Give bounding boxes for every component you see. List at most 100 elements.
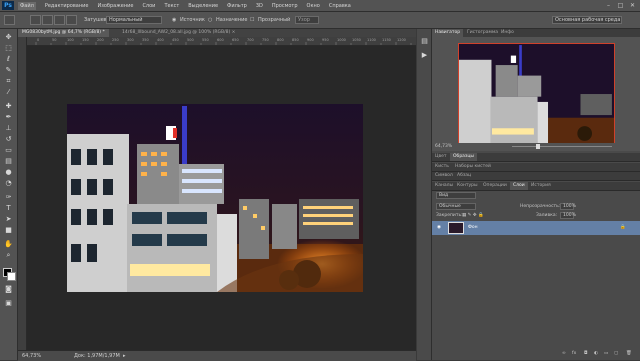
brush-tool-icon[interactable]: ✒ (3, 113, 14, 122)
layer-thumbnail (448, 222, 464, 234)
fill-input[interactable]: 100% (560, 212, 576, 219)
crop-tool-icon[interactable]: ⌗ (3, 77, 14, 86)
destination-radio-icon[interactable]: ○ (208, 16, 212, 24)
lasso-tool-icon[interactable]: ℓ (3, 55, 14, 64)
tool-preset-icon[interactable] (4, 15, 15, 25)
healing-tool-icon[interactable]: ✚ (3, 102, 14, 111)
maximize-icon[interactable]: □ (616, 2, 625, 9)
status-menu-icon[interactable]: ▸ (123, 352, 126, 360)
move-tool-icon[interactable]: ✥ (3, 33, 14, 42)
tab-paragraph[interactable]: Абзац (454, 172, 474, 180)
menu-layers[interactable]: Слои (142, 3, 155, 9)
navigator-thumbnail[interactable] (458, 43, 615, 144)
workspace-select[interactable]: Основная рабочая среда (552, 16, 622, 24)
menu-items: Файл Редактирование Изображение Слои Тек… (18, 0, 360, 11)
screen-mode-icon[interactable]: ▣ (3, 299, 14, 308)
history-brush-tool-icon[interactable]: ↺ (3, 135, 14, 144)
zoom-level[interactable]: 64,73% (22, 352, 41, 360)
tab-brush[interactable]: Кисть (432, 163, 452, 171)
tab-actions[interactable]: Операции (480, 182, 510, 190)
menu-select[interactable]: Выделение (188, 3, 218, 9)
navigator-panel (432, 37, 640, 149)
tab-channels[interactable]: Каналы (432, 182, 456, 190)
tab-brush-presets[interactable]: Наборы кистей (452, 163, 494, 171)
ruler-label: 500 (187, 38, 194, 42)
minimize-icon[interactable]: – (604, 2, 613, 9)
menu-image[interactable]: Изображение (97, 3, 133, 9)
menu-file[interactable]: Файл (18, 1, 36, 10)
subtract-selection-icon[interactable] (54, 15, 65, 25)
eraser-tool-icon[interactable]: ▭ (3, 146, 14, 155)
layers-tabs: Каналы Контуры Операции Слои История (432, 182, 640, 191)
type-tool-icon[interactable]: T (3, 204, 14, 213)
delete-layer-icon[interactable]: 🗑 (626, 350, 632, 357)
zoom-tool-icon[interactable]: ⌕ (3, 251, 14, 260)
navigator-zoom-value[interactable]: 64,73% (435, 143, 452, 150)
layer-row-background[interactable]: ◉ Фон 🔒 (432, 221, 640, 235)
add-selection-icon[interactable] (42, 15, 53, 25)
tab-history[interactable]: История (528, 182, 554, 190)
link-layers-icon[interactable]: ∞ (562, 350, 566, 357)
lock-icons[interactable]: ▦ ✎ ✥ 🔒 (462, 212, 484, 219)
menu-help[interactable]: Справка (329, 3, 351, 9)
visibility-eye-icon[interactable]: ◉ (437, 224, 441, 231)
layer-lock-icon: 🔒 (620, 225, 626, 230)
adjustment-layer-icon[interactable]: ◐ (594, 350, 598, 357)
close-icon[interactable]: ✕ (628, 2, 637, 9)
new-group-icon[interactable]: ▭ (604, 350, 608, 357)
navigator-preview-image (459, 44, 614, 143)
menu-filter[interactable]: Фильтр (227, 3, 247, 9)
layer-filter-select[interactable]: Вид (436, 192, 476, 199)
tab-histogram[interactable]: Гистограмма (464, 29, 501, 37)
tab-document-2[interactable]: 14r68_Illbound_AW2_08.all.jpg @ 100% (RG… (118, 29, 239, 37)
marquee-tool-icon[interactable]: ⬚ (3, 44, 14, 53)
tab-document-1[interactable]: MG0830bytM.jpg @ 64,7% (RGB/8) * (18, 29, 109, 37)
opacity-input[interactable]: 100% (560, 203, 576, 210)
tab-paths[interactable]: Контуры (454, 182, 481, 190)
stamp-tool-icon[interactable]: ⊥ (3, 124, 14, 133)
add-mask-icon[interactable]: ◘ (584, 350, 588, 357)
use-pattern-button[interactable]: Узор (295, 16, 319, 24)
tab-layers[interactable]: Слои (510, 182, 528, 190)
ruler-label: 100 (67, 38, 74, 42)
menu-3d[interactable]: 3D (256, 3, 263, 9)
pen-tool-icon[interactable]: ✑ (3, 193, 14, 202)
quick-mask-icon[interactable]: ◙ (3, 285, 14, 294)
quick-select-tool-icon[interactable]: ✎ (3, 66, 14, 75)
blend-mode-select[interactable]: Обычные (436, 203, 476, 210)
layer-style-icon[interactable]: fx (572, 350, 576, 357)
new-selection-icon[interactable] (30, 15, 41, 25)
tab-character[interactable]: Символ (432, 172, 456, 180)
path-select-tool-icon[interactable]: ➤ (3, 215, 14, 224)
tab-info[interactable]: Инфо (498, 29, 517, 37)
vertical-ruler (18, 37, 27, 350)
image-canvas[interactable] (67, 104, 363, 292)
hand-tool-icon[interactable]: ✋ (3, 240, 14, 249)
menu-type[interactable]: Текст (164, 3, 179, 9)
ruler-label: 800 (277, 38, 284, 42)
menu-edit[interactable]: Редактирование (45, 3, 89, 9)
tab-navigator[interactable]: Навигатор (432, 29, 464, 37)
layer-name[interactable]: Фон (468, 224, 478, 231)
interpolation-select[interactable]: Нормальный (106, 16, 162, 24)
source-radio-icon[interactable]: ◉ (172, 16, 176, 24)
blur-tool-icon[interactable]: ● (3, 168, 14, 177)
navigator-zoom-slider[interactable] (512, 146, 612, 147)
actions-panel-icon[interactable]: ▶ (419, 51, 430, 60)
intersect-selection-icon[interactable] (66, 15, 77, 25)
background-color-swatch[interactable] (7, 272, 16, 281)
navigator-zoom-slider-handle[interactable] (536, 144, 540, 149)
menu-view[interactable]: Просмотр (272, 3, 298, 9)
eyedropper-tool-icon[interactable]: ⁄ (3, 88, 14, 97)
tab-swatches[interactable]: Образцы (450, 153, 477, 161)
shape-tool-icon[interactable]: ■ (3, 226, 14, 235)
ruler-label: 400 (157, 38, 164, 42)
tab-color[interactable]: Цвет (432, 153, 450, 161)
new-layer-icon[interactable]: ▢ (614, 350, 618, 357)
transparent-checkbox-icon[interactable]: ☐ (250, 16, 254, 24)
status-bar: 64,73% Док: 1,97М/1,97М ▸ (18, 350, 416, 361)
menu-window[interactable]: Окно (307, 3, 320, 9)
dodge-tool-icon[interactable]: ◔ (3, 179, 14, 188)
gradient-tool-icon[interactable]: ▤ (3, 157, 14, 166)
history-panel-icon[interactable]: ▤ (419, 37, 430, 46)
